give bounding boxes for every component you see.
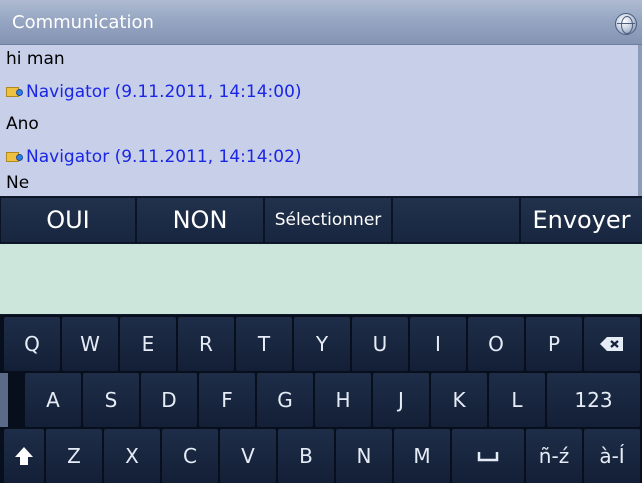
key-c[interactable]: C [162, 429, 218, 483]
accent-key-1[interactable]: ñ-ź [526, 429, 582, 483]
globe-icon[interactable] [615, 13, 637, 35]
key-y[interactable]: Y [294, 317, 350, 371]
key-o[interactable]: O [468, 317, 524, 371]
key-q[interactable]: Q [4, 317, 60, 371]
message-header: Navigator (9.11.2011, 14:14:02) [6, 147, 302, 167]
send-button[interactable]: Envoyer [521, 198, 642, 242]
key-g[interactable]: G [257, 373, 313, 427]
key-u[interactable]: U [352, 317, 408, 371]
backspace-icon [600, 337, 623, 351]
message-text: Ne [6, 173, 30, 193]
numbers-key[interactable]: 123 [547, 373, 640, 427]
key-f[interactable]: F [199, 373, 255, 427]
key-w[interactable]: W [62, 317, 118, 371]
key-i[interactable]: I [410, 317, 466, 371]
message-text: Ano [6, 114, 39, 134]
key-s[interactable]: S [83, 373, 139, 427]
key-v[interactable]: V [220, 429, 276, 483]
message-sender: Navigator (9.11.2011, 14:14:02) [26, 147, 302, 167]
key-p[interactable]: P [526, 317, 582, 371]
message-input[interactable] [0, 244, 642, 314]
key-e[interactable]: E [120, 317, 176, 371]
key-x[interactable]: X [104, 429, 160, 483]
action-bar: OUI NON Sélectionner Envoyer [0, 197, 642, 243]
key-h[interactable]: H [315, 373, 371, 427]
non-button[interactable]: NON [137, 198, 263, 242]
key-a[interactable]: A [25, 373, 81, 427]
key-z[interactable]: Z [46, 429, 102, 483]
keyboard-edge [0, 373, 8, 427]
shift-icon [15, 447, 33, 465]
key-b[interactable]: B [278, 429, 334, 483]
key-r[interactable]: R [178, 317, 234, 371]
accent-key-2[interactable]: à-Í [584, 429, 640, 483]
scrollbar[interactable] [638, 45, 642, 196]
communication-screen: Communication hi man Navigator (9.11.201… [0, 0, 642, 483]
key-j[interactable]: J [373, 373, 429, 427]
key-t[interactable]: T [236, 317, 292, 371]
empty-action-slot [393, 198, 519, 242]
key-m[interactable]: M [394, 429, 450, 483]
message-header: Navigator (9.11.2011, 14:14:00) [6, 82, 302, 102]
space-key[interactable] [452, 429, 524, 483]
key-l[interactable]: L [489, 373, 545, 427]
select-button[interactable]: Sélectionner [265, 198, 391, 242]
message-history[interactable]: hi man Navigator (9.11.2011, 14:14:00) A… [0, 45, 642, 196]
message-sender: Navigator (9.11.2011, 14:14:00) [26, 82, 302, 102]
window-title: Communication [12, 12, 154, 33]
backspace-key[interactable] [584, 317, 640, 371]
virtual-keyboard: Q W E R T Y U I O P A S D F G H J K L 12… [0, 315, 642, 483]
shift-key[interactable] [4, 429, 44, 483]
title-bar: Communication [0, 0, 642, 45]
key-k[interactable]: K [431, 373, 487, 427]
oui-button[interactable]: OUI [1, 198, 135, 242]
key-d[interactable]: D [141, 373, 197, 427]
mail-icon [6, 152, 23, 162]
message-text: hi man [6, 49, 65, 69]
space-icon [477, 452, 499, 462]
mail-icon [6, 87, 23, 97]
key-n[interactable]: N [336, 429, 392, 483]
